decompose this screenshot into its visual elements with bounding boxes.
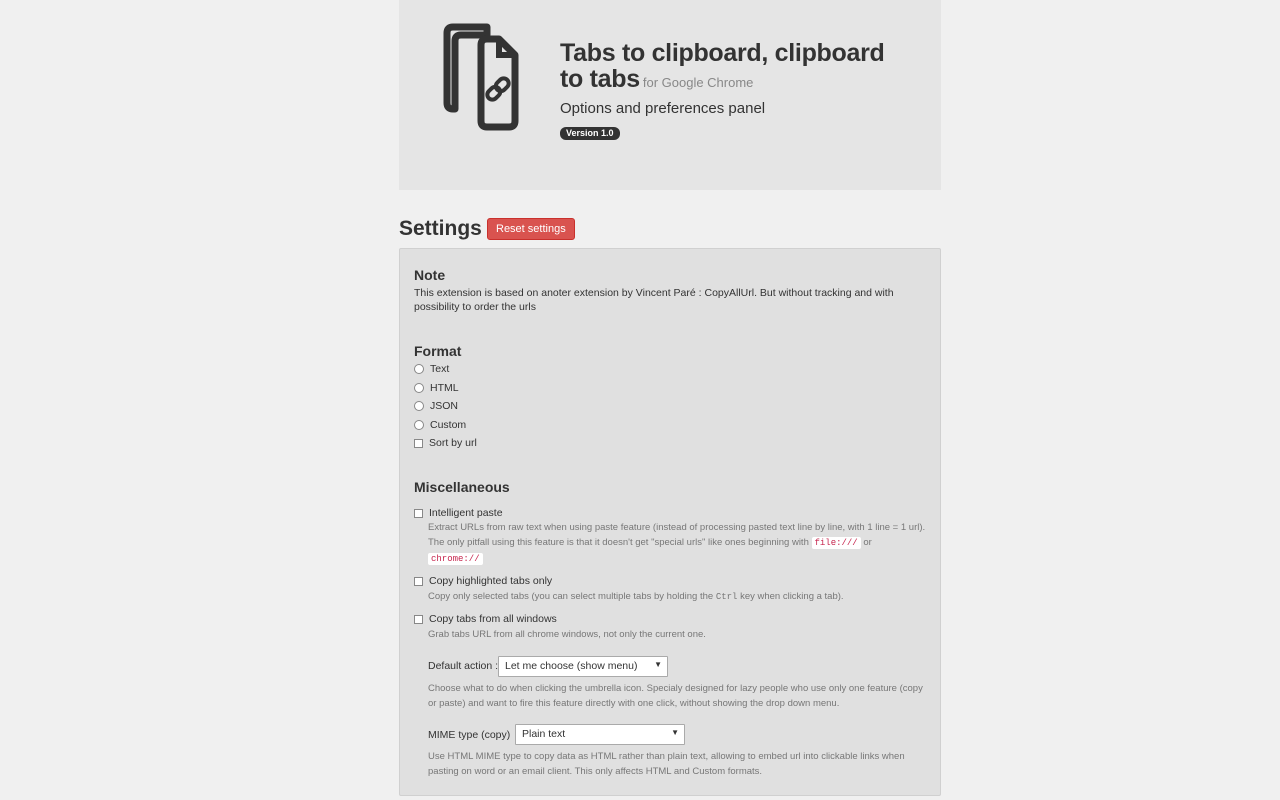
checkbox-icon[interactable] — [414, 576, 423, 586]
note-text: This extension is based on anoter extens… — [414, 287, 894, 313]
misc-heading: Miscellaneous — [414, 479, 510, 495]
dropdown-arrow-icon: ▼ — [654, 660, 662, 669]
copy-highlighted-label: Copy highlighted tabs only — [429, 575, 553, 587]
default-action-label: Default action : — [428, 660, 499, 672]
format-heading: Format — [414, 343, 462, 359]
or-text: or — [863, 537, 872, 548]
radio-icon[interactable] — [414, 383, 424, 393]
documents-link-icon — [443, 23, 519, 131]
mime-type-value: Plain text — [522, 728, 566, 740]
app-title: Tabs to clipboard, clipboard to tabs for … — [560, 40, 890, 96]
reset-settings-button[interactable]: Reset settings — [487, 218, 575, 240]
copy-highlighted-description: Copy only selected tabs (you can select … — [428, 589, 928, 605]
app-subtitle: Options and preferences panel — [560, 100, 766, 117]
format-option-label: HTML — [430, 382, 459, 394]
radio-icon[interactable] — [414, 401, 424, 411]
copy-highlighted-desc-a: Copy only selected tabs (you can select … — [428, 591, 714, 602]
settings-panel: Note This extension is based on anoter e… — [399, 248, 941, 796]
mime-type-label: MIME type (copy) — [428, 729, 511, 741]
sort-by-url-label: Sort by url — [429, 437, 477, 449]
mime-type-description: Use HTML MIME type to copy data as HTML … — [428, 751, 905, 777]
format-option-json[interactable]: JSON — [414, 399, 458, 413]
mime-type-select[interactable]: Plain text ▼ — [515, 724, 685, 745]
header-banner: Tabs to clipboard, clipboard to tabs for … — [399, 0, 941, 190]
note-heading: Note — [414, 267, 446, 283]
format-option-custom[interactable]: Custom — [414, 418, 466, 432]
default-action-description: Choose what to do when clicking the umbr… — [428, 683, 923, 709]
intelligent-paste-desc-line1: Extract URLs from raw text when using pa… — [428, 522, 926, 533]
checkbox-icon[interactable] — [414, 614, 423, 624]
file-protocol-code: file:/// — [811, 537, 861, 549]
dropdown-arrow-icon: ▼ — [671, 728, 679, 737]
app-title-suffix: for Google Chrome — [642, 75, 754, 90]
version-badge: Version 1.0 — [560, 127, 620, 140]
copy-all-windows-description: Grab tabs URL from all chrome windows, n… — [428, 629, 706, 640]
format-option-html[interactable]: HTML — [414, 381, 459, 395]
ctrl-key-text: Ctrl — [715, 592, 738, 602]
sort-by-url-option[interactable]: Sort by url — [414, 436, 477, 450]
checkbox-icon[interactable] — [414, 508, 423, 518]
settings-title: Settings — [399, 217, 482, 240]
format-option-text[interactable]: Text — [414, 362, 449, 376]
format-option-label: Custom — [430, 419, 467, 431]
copy-highlighted-option[interactable]: Copy highlighted tabs only — [414, 574, 552, 588]
intelligent-paste-option[interactable]: Intelligent paste — [414, 506, 503, 520]
checkbox-icon[interactable] — [414, 438, 423, 448]
copy-all-windows-label: Copy tabs from all windows — [429, 613, 557, 625]
format-option-label: JSON — [430, 400, 459, 412]
page-container: Tabs to clipboard, clipboard to tabs for … — [399, 0, 941, 796]
default-action-select[interactable]: Let me choose (show menu) ▼ — [498, 656, 668, 677]
intelligent-paste-desc-line2: The only pitfall using this feature is t… — [428, 537, 809, 548]
radio-icon[interactable] — [414, 364, 424, 374]
intelligent-paste-label: Intelligent paste — [429, 507, 503, 519]
default-action-value: Let me choose (show menu) — [505, 660, 638, 672]
format-option-label: Text — [430, 363, 450, 375]
copy-highlighted-desc-b: key when clicking a tab). — [740, 591, 844, 602]
radio-icon[interactable] — [414, 420, 424, 430]
chrome-protocol-code: chrome:// — [428, 553, 483, 565]
intelligent-paste-description: Extract URLs from raw text when using pa… — [428, 520, 928, 567]
copy-all-windows-option[interactable]: Copy tabs from all windows — [414, 612, 557, 626]
